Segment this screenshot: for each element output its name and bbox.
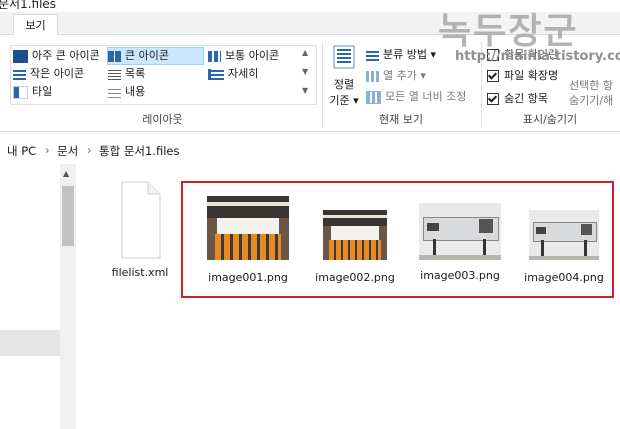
hide-selected-line1: 선택한 항 — [569, 79, 613, 92]
tiles-icon — [13, 85, 28, 99]
gallery-scroll-down[interactable]: ▼ — [302, 67, 308, 76]
group-by-button[interactable]: 분류 방법 ▾ — [366, 47, 436, 63]
layout-item-label: 자세히 — [228, 67, 259, 80]
tab-view[interactable]: 보기 — [13, 14, 58, 36]
sort-icon — [333, 45, 355, 69]
fit-columns-icon — [366, 90, 381, 104]
list-icon — [108, 68, 121, 80]
watermark-url: http://mainia.tistory.com — [455, 49, 620, 64]
group-label-layout: 레이아웃 — [142, 113, 183, 126]
breadcrumb-current-folder[interactable]: 통합 문서1.files — [99, 143, 179, 159]
nav-pane-scrollbar[interactable]: ▲ — [60, 164, 76, 429]
layout-tiles[interactable]: 타일 — [13, 84, 105, 100]
gallery-more[interactable]: ▼ — [302, 86, 308, 95]
breadcrumb-documents[interactable]: 문서 — [57, 143, 78, 159]
file-extensions-toggle[interactable]: 파일 확장명 — [487, 68, 558, 84]
breadcrumb: 내 PC › 문서 › 통합 문서1.files — [0, 137, 620, 163]
fit-columns-label: 모든 열 너비 조정 — [385, 90, 467, 103]
layout-item-label: 아주 큰 아이콘 — [32, 49, 100, 62]
layout-list[interactable]: 목록 — [108, 66, 203, 82]
hidden-items-toggle[interactable]: 숨긴 항목 — [487, 91, 548, 107]
sort-label-line1: 정렬 — [333, 78, 355, 91]
hidden-items-label: 숨긴 항목 — [504, 92, 548, 105]
large-icons-icon — [108, 50, 121, 62]
layout-details[interactable]: 자세히 — [208, 66, 308, 82]
document-icon — [121, 181, 161, 259]
group-by-label: 분류 방법 — [383, 48, 427, 61]
group-by-icon — [366, 49, 379, 61]
group-label-current-view: 현재 보기 — [379, 113, 423, 126]
sort-label-line2: 기준 ▾ — [329, 94, 359, 107]
fit-columns-button[interactable]: 모든 열 너비 조정 — [366, 89, 466, 105]
layout-item-label: 작은 아이콘 — [30, 67, 85, 80]
layout-extra-large-icons[interactable]: 아주 큰 아이콘 — [13, 48, 105, 64]
layout-item-label: 보통 아이콘 — [225, 49, 280, 62]
hidden-items-checkbox[interactable] — [487, 93, 499, 105]
extra-large-icons-icon — [13, 49, 28, 63]
navigation-pane[interactable] — [0, 164, 61, 429]
add-columns-button[interactable]: 열 추가 ▾ — [366, 68, 426, 84]
layout-small-icons[interactable]: 작은 아이콘 — [13, 66, 105, 82]
file-item[interactable]: filelist.xml — [108, 180, 172, 279]
gallery-scroll-up[interactable]: ▲ — [302, 48, 308, 57]
medium-icons-icon — [208, 50, 221, 62]
hide-selected-line2: 숨기기/해 — [569, 94, 614, 107]
sort-by-button[interactable]: 정렬 기준 ▾ — [327, 44, 361, 107]
breadcrumb-this-pc[interactable]: 내 PC — [7, 143, 36, 159]
layout-large-icons[interactable]: 큰 아이콘 — [107, 47, 204, 65]
chevron-right-icon[interactable]: › — [45, 143, 50, 157]
watermark-title: 녹두장군 — [438, 11, 579, 52]
scroll-up-arrow[interactable]: ▲ — [63, 169, 69, 178]
content-icon — [108, 86, 121, 98]
file-extensions-checkbox[interactable] — [487, 70, 499, 82]
add-columns-label: 열 추가 — [383, 69, 417, 82]
layout-item-label: 목록 — [125, 67, 146, 80]
nav-pane-selected-row[interactable] — [0, 330, 60, 356]
file-name: filelist.xml — [111, 266, 169, 279]
group-separator — [322, 42, 323, 128]
small-icons-icon — [13, 68, 26, 80]
hide-selected-button[interactable]: 선택한 항 숨기기/해 — [569, 78, 620, 108]
window-title: 문서1.files — [0, 0, 57, 11]
layout-item-label: 내용 — [125, 85, 146, 98]
layout-medium-icons[interactable]: 보통 아이콘 — [208, 48, 308, 64]
group-label-show-hide: 표시/숨기기 — [522, 113, 578, 126]
layout-item-label: 타일 — [32, 85, 53, 98]
layout-content[interactable]: 내용 — [108, 84, 203, 100]
details-icon — [208, 68, 224, 80]
scroll-thumb[interactable] — [62, 186, 74, 246]
layout-item-label: 큰 아이콘 — [125, 49, 169, 62]
highlight-box — [181, 181, 614, 298]
add-columns-icon — [366, 70, 379, 82]
file-extensions-label: 파일 확장명 — [504, 69, 559, 82]
chevron-right-icon[interactable]: › — [87, 143, 92, 157]
